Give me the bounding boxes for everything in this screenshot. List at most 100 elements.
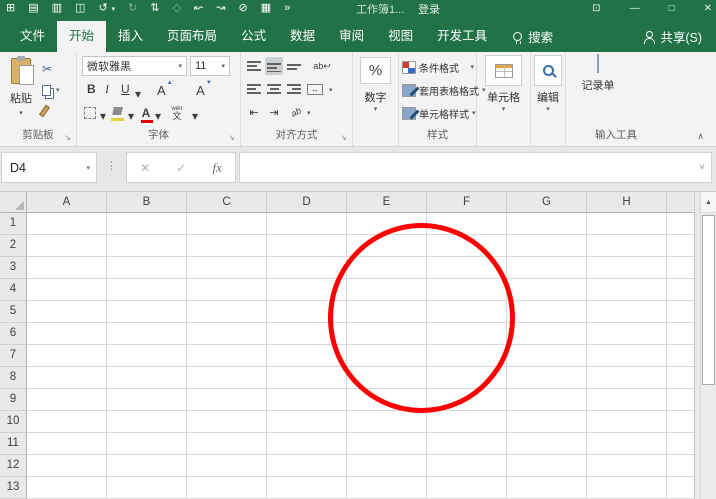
row-header-4[interactable]: 4 xyxy=(0,279,27,301)
cell-G8[interactable] xyxy=(507,367,587,389)
chevron-down-icon[interactable]: ▾ xyxy=(192,109,198,123)
orientation-button[interactable]: ab xyxy=(287,103,305,121)
align-left-button[interactable] xyxy=(245,80,263,98)
dialog-launcher-icon[interactable]: ↘ xyxy=(64,133,71,142)
cell-C7[interactable] xyxy=(187,345,267,367)
vertical-scrollbar[interactable]: ▲ xyxy=(700,192,716,499)
save-icon[interactable]: ▤ xyxy=(28,1,38,14)
copy-button[interactable]: ▾ xyxy=(42,81,66,99)
row-header-1[interactable]: 1 xyxy=(0,213,27,235)
increase-indent-button[interactable]: ⇥ xyxy=(265,103,283,121)
cell-E13[interactable] xyxy=(347,477,427,499)
cell-C13[interactable] xyxy=(187,477,267,499)
row-header-9[interactable]: 9 xyxy=(0,389,27,411)
cell-C4[interactable] xyxy=(187,279,267,301)
insert-function-icon[interactable]: fx xyxy=(213,160,222,176)
cell-G10[interactable] xyxy=(507,411,587,433)
formula-bar-drag-handle[interactable]: ⋮ xyxy=(106,159,116,172)
font-name-combo[interactable]: 微软雅黑 ▾ xyxy=(82,56,187,76)
cell-H5[interactable] xyxy=(587,301,667,323)
tab-文件[interactable]: 文件 xyxy=(8,21,57,52)
cell-partial-4[interactable] xyxy=(667,279,695,301)
merge-center-button[interactable]: ↔ xyxy=(305,80,325,98)
cell-F13[interactable] xyxy=(427,477,507,499)
cell-partial-1[interactable] xyxy=(667,213,695,235)
chevron-down-icon[interactable]: ▾ xyxy=(329,86,333,94)
cell-C11[interactable] xyxy=(187,433,267,455)
number-format-button[interactable]: % xyxy=(360,57,391,84)
cell-partial-2[interactable] xyxy=(667,235,695,257)
ribbon-display-options-button[interactable]: ⊡ xyxy=(592,2,600,14)
chevron-down-icon[interactable]: ▾ xyxy=(470,63,474,71)
macro-step-icon[interactable]: ↜ xyxy=(194,1,203,14)
row-header-12[interactable]: 12 xyxy=(0,455,27,477)
clear-icon[interactable]: ◇ xyxy=(173,1,181,14)
share-button[interactable]: 共享(S) xyxy=(643,21,702,52)
editing-button[interactable] xyxy=(534,55,562,86)
top-align-button[interactable] xyxy=(245,57,263,75)
cancel-icon[interactable]: ✕ xyxy=(140,161,150,175)
chevron-down-icon[interactable]: ▾ xyxy=(56,86,60,94)
row-header-5[interactable]: 5 xyxy=(0,301,27,323)
row-header-6[interactable]: 6 xyxy=(0,323,27,345)
cell-C5[interactable] xyxy=(187,301,267,323)
form-window-icon[interactable]: ⊞ xyxy=(6,1,15,14)
increase-font-size-button[interactable]: A▲ xyxy=(157,83,166,98)
row-header-3[interactable]: 3 xyxy=(0,257,27,279)
dialog-launcher-icon[interactable]: ↘ xyxy=(228,133,235,142)
cell-B12[interactable] xyxy=(107,455,187,477)
sort-az-icon[interactable]: ⇅ xyxy=(150,1,159,14)
cell-partial-3[interactable] xyxy=(667,257,695,279)
cell-H6[interactable] xyxy=(587,323,667,345)
cell-partial-11[interactable] xyxy=(667,433,695,455)
chevron-down-icon[interactable]: ▾ xyxy=(472,109,476,117)
chevron-down-icon[interactable]: ▾ xyxy=(100,109,106,123)
macro-stop-icon[interactable]: ⊘ xyxy=(239,1,248,14)
cell-B10[interactable] xyxy=(107,411,187,433)
select-all-corner[interactable] xyxy=(0,192,27,213)
cell-G6[interactable] xyxy=(507,323,587,345)
redo-icon[interactable]: ↻ xyxy=(128,1,137,14)
cell-H13[interactable] xyxy=(587,477,667,499)
red-circle-overlay[interactable] xyxy=(328,223,515,413)
cell-B6[interactable] xyxy=(107,323,187,345)
cell-B1[interactable] xyxy=(107,213,187,235)
cell-G5[interactable] xyxy=(507,301,587,323)
print-icon[interactable]: ▥ xyxy=(52,1,62,14)
cell-G1[interactable] xyxy=(507,213,587,235)
decrease-font-size-button[interactable]: A▼ xyxy=(196,83,205,98)
chevron-down-icon[interactable]: ▾ xyxy=(353,105,398,113)
cell-H3[interactable] xyxy=(587,257,667,279)
cell-H9[interactable] xyxy=(587,389,667,411)
cell-B5[interactable] xyxy=(107,301,187,323)
cell-E12[interactable] xyxy=(347,455,427,477)
decrease-indent-button[interactable]: ⇤ xyxy=(245,103,263,121)
undo-icon[interactable]: ↺ xyxy=(98,1,107,14)
chevron-down-icon[interactable]: ▾ xyxy=(221,62,225,70)
cell-B9[interactable] xyxy=(107,389,187,411)
cell-H12[interactable] xyxy=(587,455,667,477)
row-header-10[interactable]: 10 xyxy=(0,411,27,433)
tab-审阅[interactable]: 审阅 xyxy=(327,21,376,52)
cell-B3[interactable] xyxy=(107,257,187,279)
cell-G4[interactable] xyxy=(507,279,587,301)
cell-G7[interactable] xyxy=(507,345,587,367)
cell-C8[interactable] xyxy=(187,367,267,389)
cell-partial-6[interactable] xyxy=(667,323,695,345)
print-preview-icon[interactable]: ◫ xyxy=(75,1,85,14)
cell-A8[interactable] xyxy=(27,367,107,389)
cell-D8[interactable] xyxy=(267,367,347,389)
cell-C12[interactable] xyxy=(187,455,267,477)
chevron-down-icon[interactable]: ▾ xyxy=(86,164,90,172)
maximize-button[interactable]: □ xyxy=(669,2,675,14)
row-header-8[interactable]: 8 xyxy=(0,367,27,389)
column-header-G[interactable]: G xyxy=(507,192,587,213)
chevron-down-icon[interactable]: ▾ xyxy=(112,5,116,13)
column-header-A[interactable]: A xyxy=(27,192,107,213)
chevron-down-icon[interactable]: ▾ xyxy=(178,62,182,70)
cell-A12[interactable] xyxy=(27,455,107,477)
cell-C10[interactable] xyxy=(187,411,267,433)
middle-align-button[interactable] xyxy=(265,57,283,75)
cell-G9[interactable] xyxy=(507,389,587,411)
chevron-down-icon[interactable]: ▾ xyxy=(128,109,134,123)
